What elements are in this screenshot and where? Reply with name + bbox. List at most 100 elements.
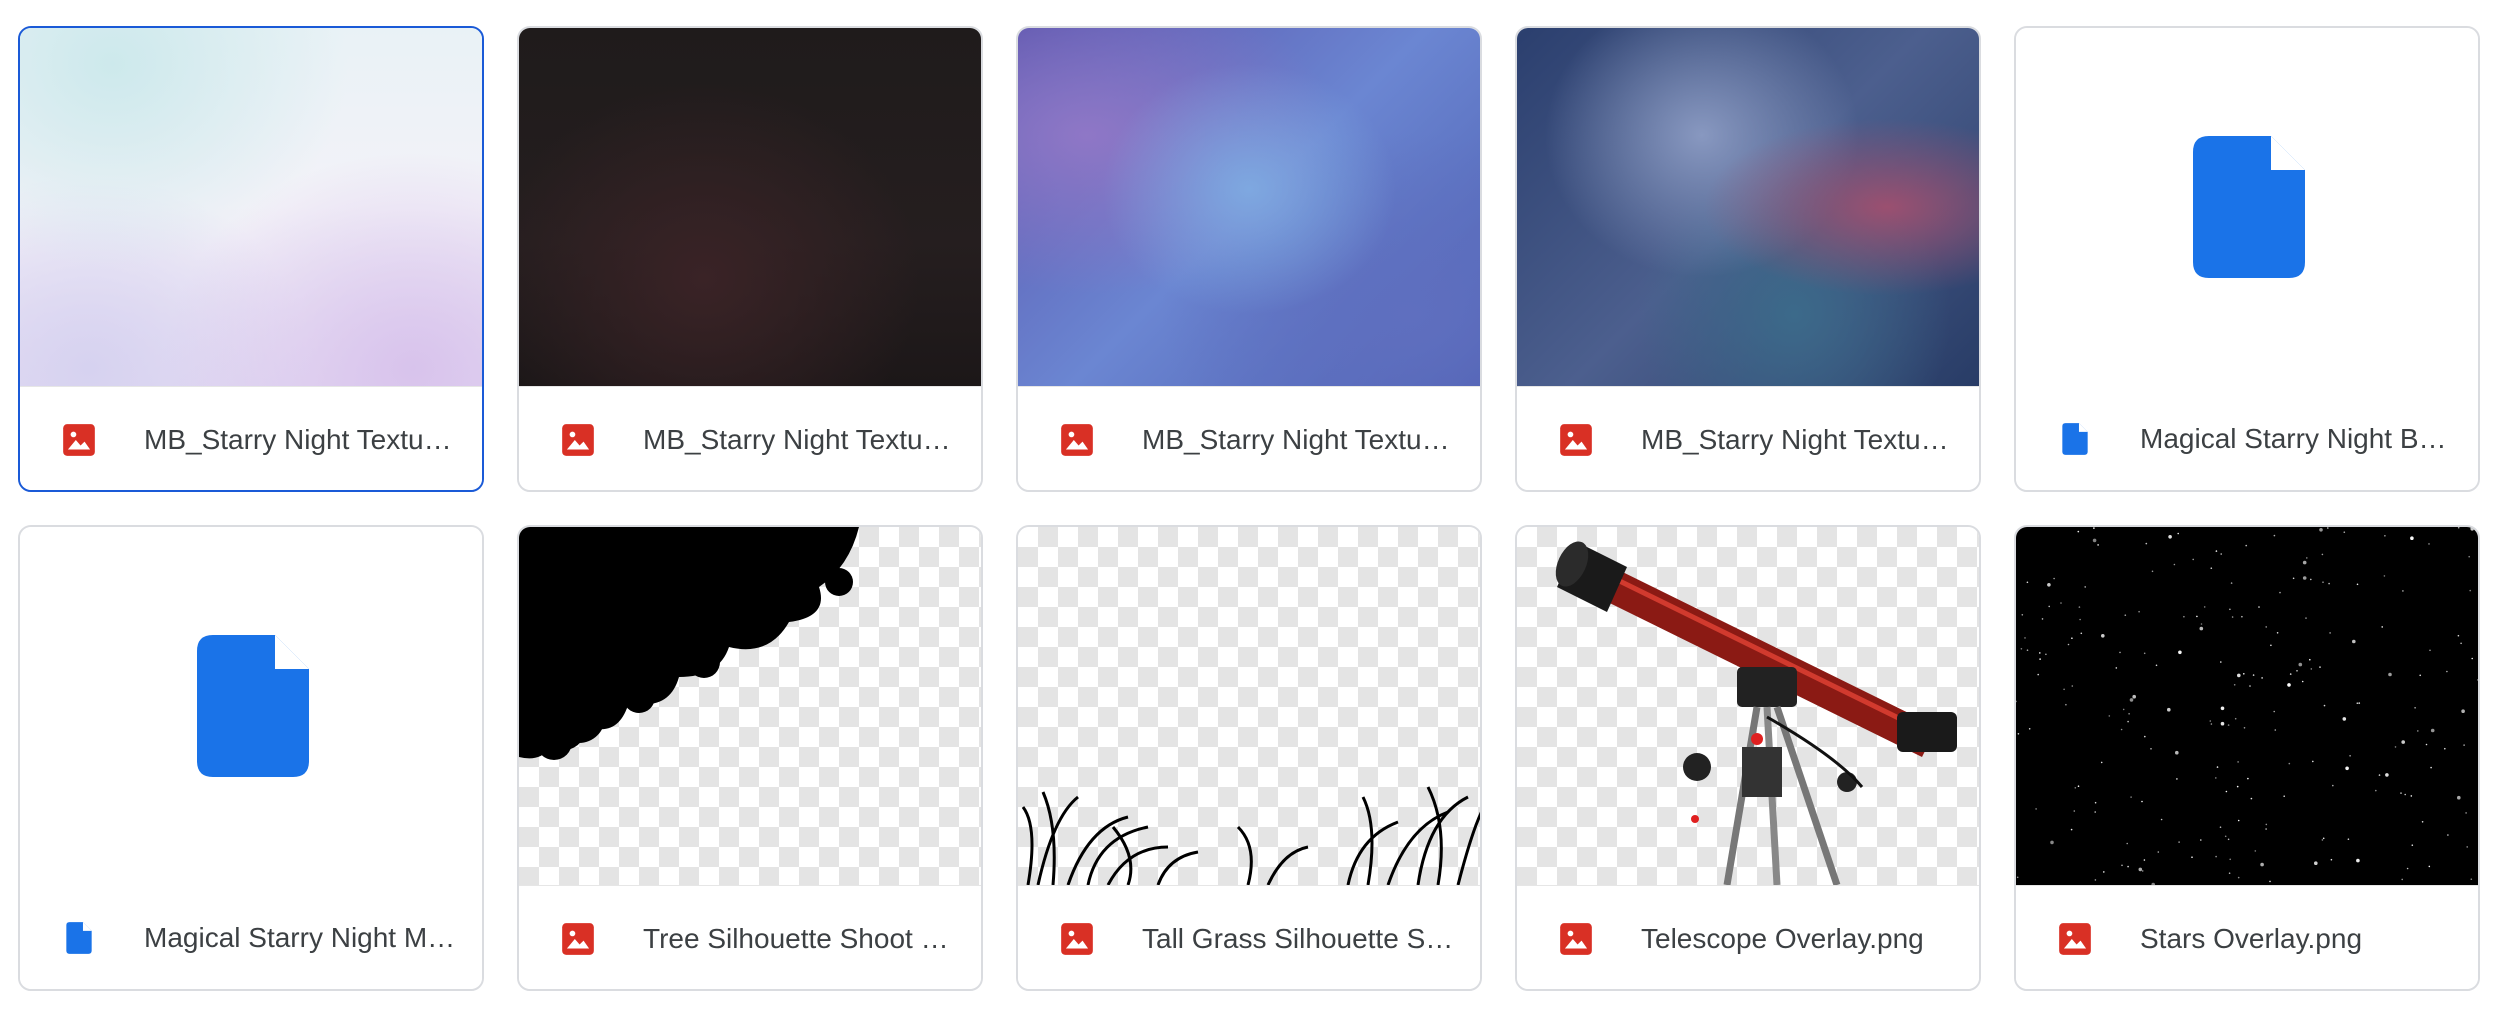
- file-thumbnail: [20, 28, 482, 386]
- star-dot: [2215, 777, 2217, 779]
- file-thumbnail: [2016, 527, 2478, 885]
- star-dot: [2356, 583, 2359, 586]
- star-dot: [2410, 795, 2413, 797]
- star-dot: [2101, 634, 2105, 638]
- star-dot: [2024, 637, 2026, 639]
- file-card[interactable]: Stars Overlay.png: [2014, 525, 2480, 991]
- file-name: Stars Overlay.png: [2140, 923, 2363, 954]
- file-card[interactable]: MB_Starry Night Textu…: [517, 26, 983, 492]
- star-dot: [2465, 812, 2467, 814]
- star-dot: [2383, 575, 2386, 577]
- star-dot: [2457, 634, 2460, 637]
- star-dot: [2199, 626, 2204, 631]
- file-name: MB_Starry Night Textu…: [643, 424, 951, 455]
- star-dot: [2381, 626, 2383, 628]
- star-dot: [2138, 867, 2143, 872]
- star-dot: [2144, 735, 2146, 738]
- star-dot: [2306, 557, 2308, 559]
- star-dot: [2329, 632, 2331, 634]
- star-dot: [2100, 761, 2103, 764]
- star-dot: [2446, 670, 2448, 673]
- star-dot: [2332, 784, 2334, 787]
- file-card[interactable]: MB_Starry Night Textu…: [18, 26, 484, 492]
- star-dot: [2345, 766, 2349, 771]
- star-dot: [2178, 841, 2180, 843]
- star-dot: [2292, 577, 2295, 580]
- file-thumbnail: [1517, 527, 1979, 885]
- star-dot: [2077, 785, 2080, 787]
- star-dot: [2233, 684, 2236, 686]
- star-dot: [2200, 839, 2202, 841]
- star-dot: [2039, 658, 2041, 660]
- star-dot: [2103, 871, 2105, 873]
- star-dot: [2017, 733, 2020, 735]
- star-dot: [2016, 876, 2019, 879]
- file-card[interactable]: Tree Silhouette Shoot …: [517, 525, 983, 991]
- star-dot: [2220, 706, 2225, 711]
- star-dot: [2234, 717, 2237, 720]
- star-dot: [2037, 673, 2039, 676]
- star-dot: [2175, 750, 2179, 755]
- star-dot: [2141, 800, 2143, 803]
- file-card[interactable]: MB_Starry Night Textu…: [1016, 26, 1482, 492]
- star-dot: [2237, 673, 2241, 678]
- file-thumbnail: [2016, 28, 2478, 386]
- star-dot: [2078, 606, 2081, 608]
- star-dot: [2404, 793, 2406, 796]
- star-dot: [2138, 610, 2140, 613]
- file-card-footer: Tall Grass Silhouette S…: [1018, 885, 1480, 989]
- star-dot: [2097, 544, 2099, 546]
- star-dot: [2288, 762, 2291, 765]
- star-dot: [2143, 859, 2146, 861]
- star-dot: [2127, 865, 2129, 868]
- star-dot: [2310, 668, 2313, 670]
- file-name: MB_Starry Night Textu…: [1142, 424, 1450, 455]
- file-card[interactable]: Magical Starry Night M…: [18, 525, 484, 991]
- star-dot: [2254, 850, 2257, 852]
- star-dot: [2228, 872, 2231, 874]
- telescope-image: [1555, 541, 1957, 885]
- file-thumbnail: [1517, 28, 1979, 386]
- star-dot: [2053, 577, 2055, 580]
- star-dot: [2402, 590, 2404, 592]
- star-dot: [2429, 649, 2431, 652]
- star-dot: [2447, 834, 2449, 836]
- file-card[interactable]: Tall Grass Silhouette S…: [1016, 525, 1482, 991]
- star-dot: [2157, 851, 2160, 853]
- star-dot: [2417, 730, 2419, 732]
- star-dot: [2167, 707, 2171, 712]
- star-dot: [2160, 818, 2163, 821]
- star-dot: [2237, 761, 2239, 763]
- star-dot: [2457, 527, 2460, 529]
- star-dot: [2183, 615, 2185, 618]
- star-dot: [2430, 728, 2435, 733]
- file-name: Magical Starry Night M…: [144, 922, 456, 953]
- star-dot: [2296, 670, 2298, 672]
- star-dot: [2468, 555, 2470, 558]
- file-card-footer: Telescope Overlay.png: [1517, 885, 1979, 989]
- star-dot: [2401, 740, 2405, 744]
- star-dot: [2322, 581, 2324, 583]
- star-dot: [2388, 672, 2392, 677]
- star-dot: [2092, 538, 2097, 543]
- file-thumbnail: [519, 527, 981, 885]
- file-thumbnail: [1018, 28, 1480, 386]
- star-dot: [2122, 708, 2125, 711]
- star-dot: [2463, 744, 2465, 746]
- star-dot: [2375, 789, 2377, 792]
- star-dot: [2115, 667, 2118, 669]
- file-card[interactable]: Telescope Overlay.png: [1515, 525, 1981, 991]
- star-dot: [2349, 755, 2351, 757]
- file-card[interactable]: Magical Starry Night B…: [2014, 26, 2480, 492]
- stars-image: [2016, 527, 2478, 885]
- star-dot: [2352, 639, 2356, 644]
- star-dot: [2265, 823, 2268, 826]
- star-dot: [2287, 683, 2291, 687]
- star-dot: [2229, 608, 2231, 611]
- image-file-icon: [1061, 424, 1093, 456]
- file-name: MB_Starry Night Textu…: [144, 424, 452, 455]
- star-dot: [2319, 666, 2321, 668]
- file-card[interactable]: MB_Starry Night Textu…: [1515, 26, 1981, 492]
- star-dot: [2067, 643, 2070, 646]
- star-dot: [2406, 867, 2409, 870]
